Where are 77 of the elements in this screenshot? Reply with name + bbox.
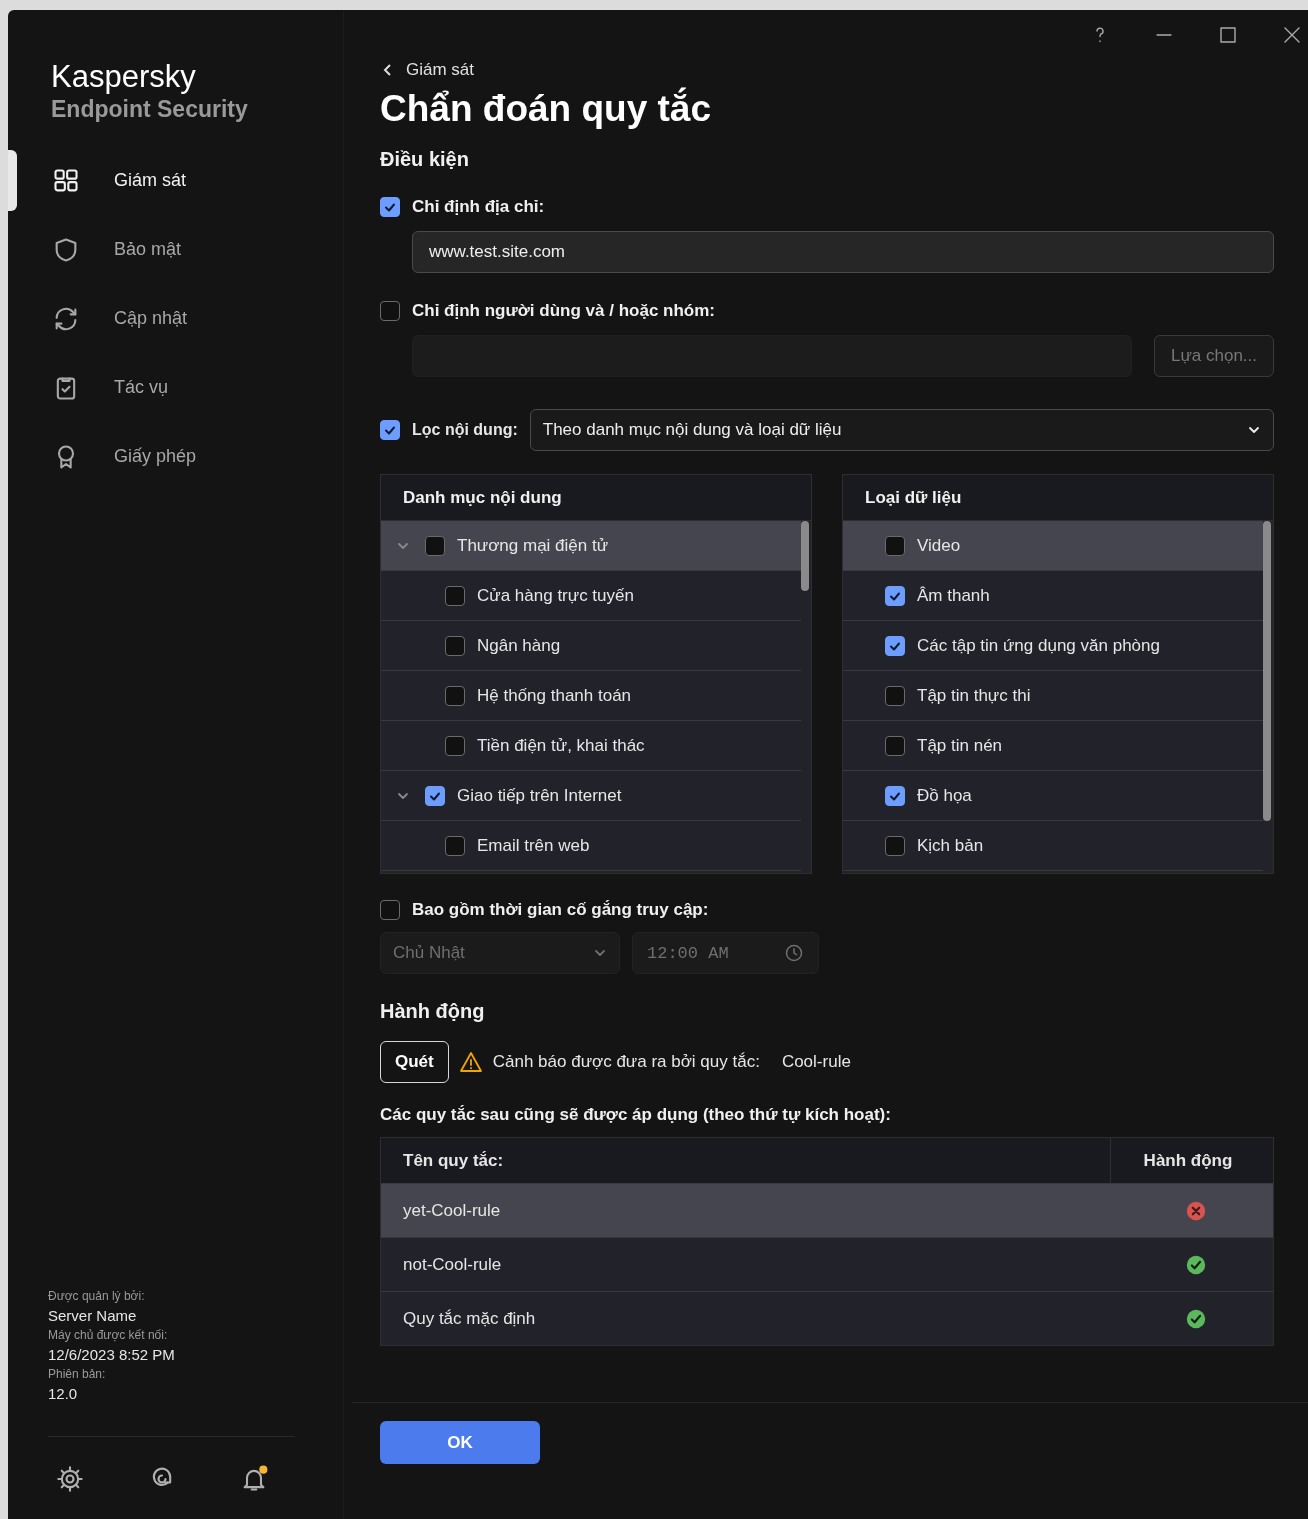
table-row[interactable]: yet-Cool-rule <box>381 1184 1273 1238</box>
warning-icon <box>458 1050 483 1074</box>
checkbox[interactable] <box>380 197 400 217</box>
checkbox[interactable] <box>885 835 905 856</box>
checkbox-label: Lọc nội dung: <box>412 421 518 439</box>
sidebar-item[interactable]: Bảo mật <box>8 215 343 284</box>
table-cell-text: Quy tắc mặc định <box>402 1307 537 1330</box>
checkbox[interactable] <box>445 835 465 856</box>
table-row[interactable]: not-Cool-rule <box>381 1238 1273 1292</box>
info-label: Máy chủ được kết nối: <box>48 1328 169 1342</box>
sidebar-item[interactable]: Tác vụ <box>8 353 343 422</box>
table-cell-text: yet-Cool-rule <box>402 1199 502 1222</box>
success-icon <box>1184 1253 1207 1276</box>
clock-icon <box>784 943 804 963</box>
list-item[interactable]: Kịch bản <box>843 821 1263 871</box>
info-label: Phiên bản: <box>48 1367 107 1381</box>
warning-text: Cảnh báo được đưa ra bởi quy tắc: <box>492 1052 760 1072</box>
section-heading: Hành động <box>380 1000 486 1023</box>
sidebar-item[interactable]: Cập nhật <box>8 284 343 353</box>
list-item[interactable]: Âm thanh <box>843 571 1263 621</box>
scrollbar[interactable] <box>801 521 809 591</box>
scrollbar[interactable] <box>1263 521 1271 821</box>
table-caption: Các quy tắc sau cũng sẽ được áp dụng (theo thứ tự kích hoạt): <box>380 1105 892 1125</box>
checkbox[interactable] <box>885 685 905 706</box>
list-item[interactable]: Tập tin thực thi <box>843 671 1263 721</box>
list-item[interactable]: Video <box>843 521 1263 571</box>
error-icon <box>1184 1199 1207 1222</box>
checkbox-label: Chỉ định người dùng và / hoặc nhóm: <box>412 301 715 321</box>
column-header: Hành động <box>1110 1138 1265 1183</box>
settings-icon[interactable] <box>56 1465 84 1493</box>
list-item[interactable]: Cửa hàng trực tuyến <box>381 571 801 621</box>
checkbox[interactable] <box>380 420 400 440</box>
column-header: Tên quy tắc: <box>402 1149 505 1172</box>
info-value: Server Name <box>48 1307 138 1324</box>
list-item[interactable]: Đồ họa <box>843 771 1263 821</box>
list-header: Danh mục nội dung <box>381 475 811 521</box>
selection-indicator <box>8 150 17 211</box>
list-item[interactable]: Tập tin nén <box>843 721 1263 771</box>
list-item[interactable]: Email trên web <box>381 821 801 871</box>
table-row[interactable]: Quy tắc mặc định <box>381 1292 1273 1345</box>
sidebar-item[interactable]: Giấy phép <box>8 422 343 491</box>
info-label: Được quản lý bởi: <box>48 1289 146 1303</box>
sidebar-item[interactable]: Giám sát <box>8 146 343 215</box>
info-value: 12.0 <box>48 1385 79 1402</box>
scan-button[interactable]: Quét <box>380 1041 449 1083</box>
checkbox-label: Chỉ định địa chỉ: <box>412 197 545 217</box>
list-item[interactable]: Ngân hàng <box>381 621 801 671</box>
checkbox[interactable] <box>885 585 905 606</box>
checkbox[interactable] <box>445 635 465 656</box>
rule-name: Cool-rule <box>781 1052 851 1072</box>
table-cell-text: not-Cool-rule <box>402 1253 503 1276</box>
list-item[interactable]: Các tập tin ứng dụng văn phòng <box>843 621 1263 671</box>
section-heading: Điều kiện <box>380 148 470 171</box>
checkbox[interactable] <box>445 585 465 606</box>
checkbox[interactable] <box>885 535 905 556</box>
list-item[interactable]: Giao tiếp trên Internet <box>381 771 801 821</box>
checkbox[interactable] <box>885 785 905 806</box>
success-icon <box>1184 1307 1207 1330</box>
checkbox-label: Bao gồm thời gian cố gắng truy cập: <box>412 900 709 920</box>
brand-name: Kaspersky <box>51 60 197 94</box>
list-item[interactable]: Thương mại điện tử <box>381 521 801 571</box>
product-name: Endpoint Security <box>51 95 249 124</box>
address-field[interactable]: www.test.site.com <box>412 231 1274 273</box>
info-value: 12/6/2023 8:52 PM <box>48 1346 176 1363</box>
list-item[interactable]: Hệ thống thanh toán <box>381 671 801 721</box>
filter-dropdown[interactable]: Theo danh mục nội dung và loại dữ liệu <box>529 409 1274 451</box>
list-item[interactable]: Tiền điện tử, khai thác <box>381 721 801 771</box>
checkbox[interactable] <box>445 685 465 706</box>
checkbox[interactable] <box>445 735 465 756</box>
checkbox[interactable] <box>885 635 905 656</box>
checkbox[interactable] <box>885 735 905 756</box>
checkbox[interactable] <box>425 535 445 556</box>
list-header: Loại dữ liệu <box>843 475 1273 521</box>
back-link[interactable]: Giám sát <box>380 60 475 80</box>
page-title: Chẩn đoán quy tắc <box>380 88 712 130</box>
ok-button[interactable]: OK <box>380 1421 540 1464</box>
checkbox[interactable] <box>425 785 445 806</box>
